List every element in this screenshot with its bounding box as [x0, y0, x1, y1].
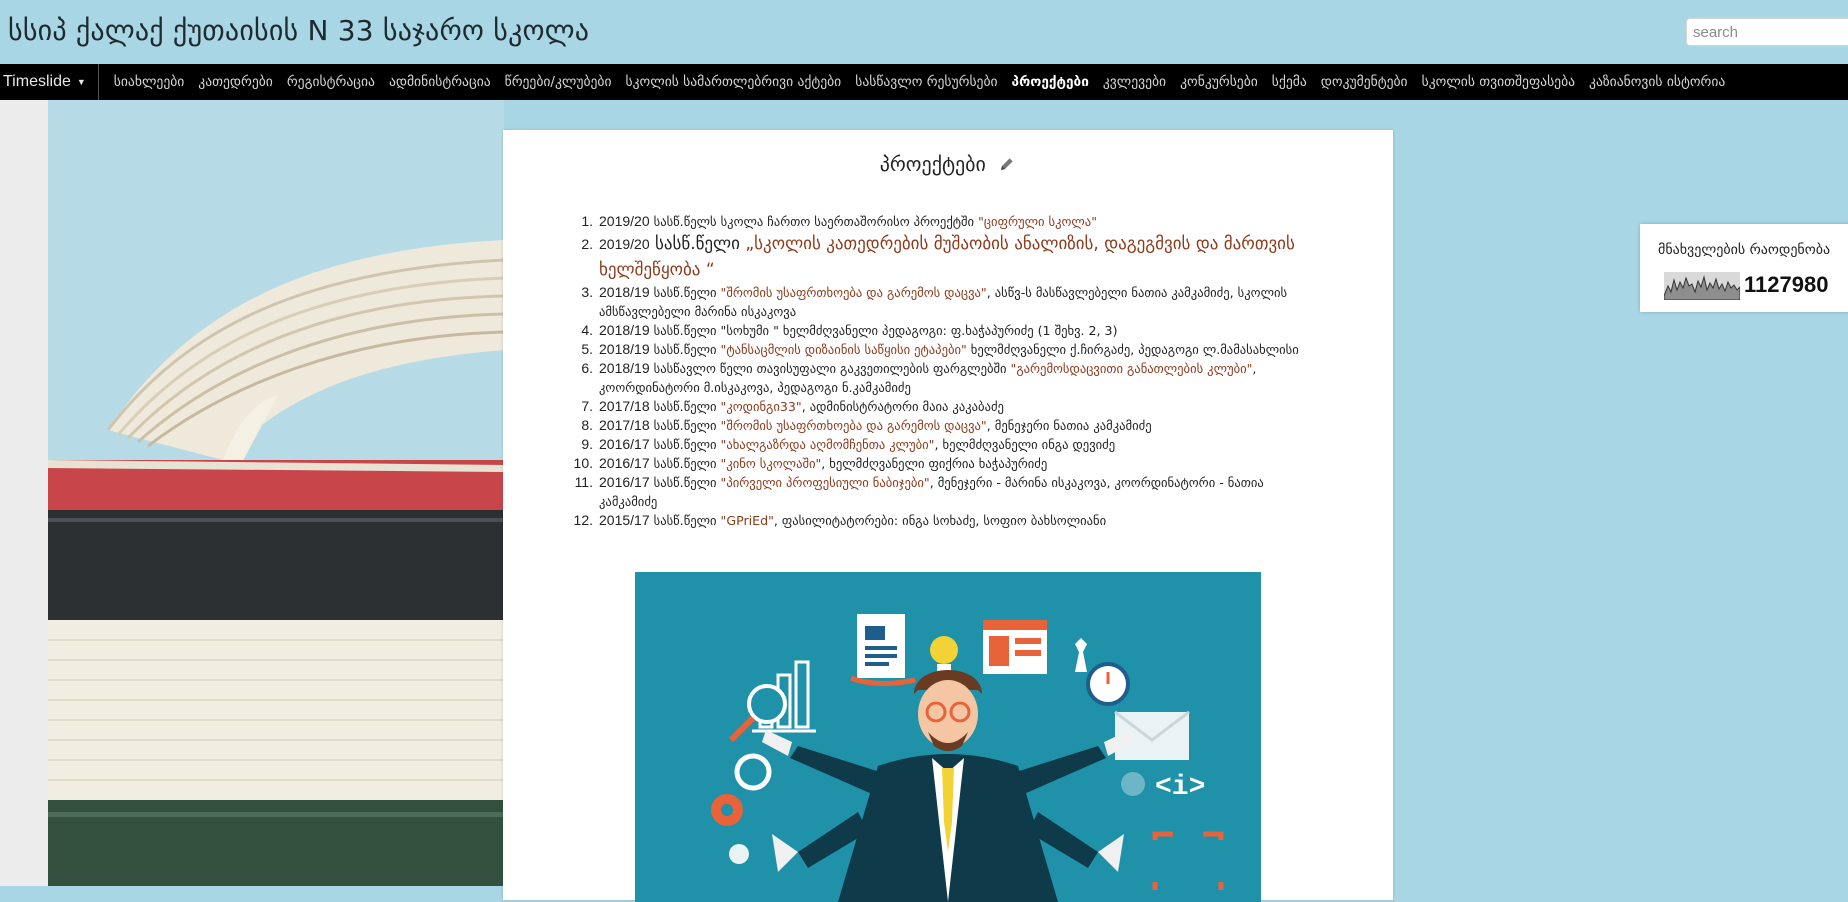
- project-year: 2018/19: [599, 322, 650, 338]
- list-number: 12.: [573, 512, 593, 528]
- site-title[interactable]: სსიპ ქალაქ ქუთაისის N 33 საჯარო სკოლა: [8, 14, 589, 47]
- nav-item[interactable]: დოკუმენტები: [1314, 64, 1415, 100]
- nav-item[interactable]: კონკურსები: [1173, 64, 1265, 100]
- project-year: 2018/19: [599, 341, 650, 357]
- project-text: სასწ.წელი: [649, 437, 721, 452]
- svg-text:<i>: <i>: [1155, 772, 1205, 803]
- project-link[interactable]: "ციფრული სკოლა": [978, 214, 1097, 229]
- caret-down-icon: ▼: [76, 77, 86, 87]
- project-link[interactable]: "პირველი პროფესიული ნაბიჯები": [721, 475, 930, 490]
- project-list-item: 3. 2018/19 სასწ.წელი "შრომის უსაფრთხოება …: [581, 283, 1299, 321]
- project-link[interactable]: "GPriEd": [721, 513, 774, 528]
- project-list-item: 4. 2018/19 სასწ.წელი "სოხუმი " ხელმძღვანე…: [581, 321, 1299, 340]
- list-number: 8.: [581, 417, 593, 433]
- visitor-count: 1127980: [1744, 272, 1829, 297]
- list-number: 10.: [573, 455, 593, 471]
- project-list-item: 7. 2017/18 სასწ.წელი "კოდინგი33", ადმინის…: [581, 397, 1299, 416]
- project-link[interactable]: "გარემოსდაცვითი განათლების კლუბი": [1011, 361, 1253, 376]
- project-list-item: 1. 2019/20 სასწ.წელს სკოლა ჩართო საერთაშო…: [581, 212, 1299, 231]
- list-number: 5.: [581, 341, 593, 357]
- nav-item[interactable]: სკოლის სამართლებრივი აქტები: [619, 64, 849, 100]
- list-number: 1.: [581, 213, 593, 229]
- project-details: , ფასილიტატორები: ინგა სოხაძე, სოფიო ბახ…: [773, 513, 1107, 528]
- page-title-row: პროექტები: [503, 152, 1393, 178]
- nav-item[interactable]: პროექტები: [1005, 64, 1096, 100]
- nav-item[interactable]: ადმინისტრაცია: [382, 64, 498, 100]
- project-text: სასწ.წელი: [649, 399, 721, 414]
- counter-title: მნახველების რაოდენობა: [1658, 242, 1831, 258]
- project-text: სასწ.წელი: [649, 234, 746, 254]
- project-year: 2015/17: [599, 512, 650, 528]
- background-books-image: [48, 100, 504, 886]
- nav-item[interactable]: რეგისტრაცია: [280, 64, 382, 100]
- site-header: სსიპ ქალაქ ქუთაისის N 33 საჯარო სკოლა: [0, 0, 1848, 64]
- project-link[interactable]: "კოდინგი33": [721, 399, 802, 414]
- project-list-item: 11. 2016/17 სასწ.წელი "პირველი პროფესიული…: [575, 473, 1299, 511]
- project-year: 2016/17: [599, 455, 650, 471]
- project-year: 2018/19: [599, 360, 650, 376]
- visitor-counter-widget: მნახველების რაოდენობა 1127980: [1640, 224, 1848, 312]
- project-year: 2016/17: [599, 436, 650, 452]
- project-year: 2019/20: [599, 236, 650, 252]
- project-details: , ხელმძღვანელი ინგა დევიძე: [934, 437, 1116, 452]
- left-gutter: [0, 100, 48, 886]
- list-number: 9.: [581, 436, 593, 452]
- project-details: , ადმინისტრატორი მაია კაკაბაძე: [801, 399, 1004, 414]
- nav-item[interactable]: წრეები/კლუბები: [498, 64, 619, 100]
- list-number: 11.: [574, 474, 593, 490]
- page-title: პროექტები: [879, 152, 986, 176]
- project-year: 2016/17: [599, 474, 650, 490]
- search-input[interactable]: [1686, 18, 1848, 46]
- pencil-icon[interactable]: [998, 154, 1016, 178]
- project-text: სასწავლო წელი თავისუფალი გაკვეთილების ფა…: [649, 361, 1011, 376]
- main-navbar: Timeslide ▼ სიახლეები კათედრები რეგისტრაცი…: [0, 64, 1848, 100]
- list-number: 6.: [581, 360, 593, 376]
- project-list-item: 5. 2018/19 სასწ.წელი "ტანსაცმლის დიზაინის…: [581, 340, 1299, 359]
- project-details: , ხელმძღვანელი ფიქრია ხაჭაპურიძე: [821, 456, 1048, 471]
- list-number: 7.: [581, 398, 593, 414]
- projects-illustration: <i>: [635, 572, 1261, 902]
- project-list-item: 2. 2019/20 სასწ.წელი „სკოლის კათედრების მ…: [581, 231, 1299, 283]
- list-number: 4.: [581, 322, 593, 338]
- project-text: სასწ.წელი: [649, 456, 721, 471]
- project-details: ხელმძღვანელი ქ.ჩირგაძე, პედაგოგი ლ.მამას…: [966, 342, 1299, 357]
- project-text: სასწ.წელი: [649, 285, 721, 300]
- project-link[interactable]: "შრომის უსაფრთხოება და გარემოს დაცვა": [721, 418, 987, 433]
- project-text: სასწ.წელს სკოლა ჩართო საერთაშორისო პროექ…: [649, 214, 979, 229]
- project-link[interactable]: "კინო სკოლაში": [721, 456, 822, 471]
- nav-item[interactable]: სკოლის თვითშეფასება: [1415, 64, 1582, 100]
- nav-items: სიახლეები კათედრები რეგისტრაცია ადმინისტრაც…: [99, 64, 1733, 100]
- nav-item[interactable]: კათედრები: [191, 64, 280, 100]
- project-list-item: 6. 2018/19 სასწავლო წელი თავისუფალი გაკვე…: [581, 359, 1299, 397]
- view-dropdown[interactable]: Timeslide ▼: [0, 64, 99, 100]
- list-number: 3.: [581, 284, 593, 300]
- project-text: სასწ.წელი: [649, 418, 721, 433]
- project-year: 2018/19: [599, 284, 650, 300]
- project-year: 2017/18: [599, 398, 650, 414]
- list-number: 2.: [581, 236, 593, 252]
- project-list: 1. 2019/20 სასწ.წელს სკოლა ჩართო საერთაშო…: [574, 212, 1299, 530]
- project-link[interactable]: "ახალგაზრდა აღმომჩენთა კლუბი": [721, 437, 935, 452]
- project-link[interactable]: "ტანსაცმლის დიზაინის საწყისი ეტაპები": [721, 342, 967, 357]
- nav-item[interactable]: კვლევები: [1096, 64, 1173, 100]
- project-text: სასწ.წელი: [649, 342, 721, 357]
- nav-item[interactable]: კაზიანოვის ისტორია: [1582, 64, 1732, 100]
- project-list-item: 12. 2015/17 სასწ.წელი "GPriEd", ფასილიტატ…: [574, 511, 1299, 530]
- project-link[interactable]: "შრომის უსაფრთხოება და გარემოს დაცვა": [721, 285, 987, 300]
- sparkline-icon: [1664, 272, 1740, 300]
- content-panel: პროექტები 1. 2019/20 სასწ.წელს სკოლა ჩართ…: [503, 130, 1393, 902]
- nav-item[interactable]: სქემა: [1265, 64, 1314, 100]
- project-list-item: 8. 2017/18 სასწ.წელი "შრომის უსაფრთხოება …: [581, 416, 1299, 435]
- project-list-item: 10. 2016/17 სასწ.წელი "კინო სკოლაში", ხელ…: [574, 454, 1299, 473]
- project-year: 2017/18: [599, 417, 650, 433]
- project-text: სასწ.წელი: [649, 475, 721, 490]
- view-dropdown-label: Timeslide: [3, 73, 71, 90]
- project-year: 2019/20: [599, 213, 650, 229]
- project-details: , მენეჯერი ნათია კამკამიძე: [986, 418, 1152, 433]
- project-text: სასწ.წელი: [649, 513, 721, 528]
- nav-item[interactable]: სასწავლო რესურსები: [848, 64, 1004, 100]
- project-text: სასწ.წელი "სოხუმი " ხელმძღვანელი პედაგოგ…: [649, 323, 1118, 338]
- nav-item[interactable]: სიახლეები: [107, 64, 192, 100]
- project-list-item: 9. 2016/17 სასწ.წელი "ახალგაზრდა აღმომჩენ…: [581, 435, 1299, 454]
